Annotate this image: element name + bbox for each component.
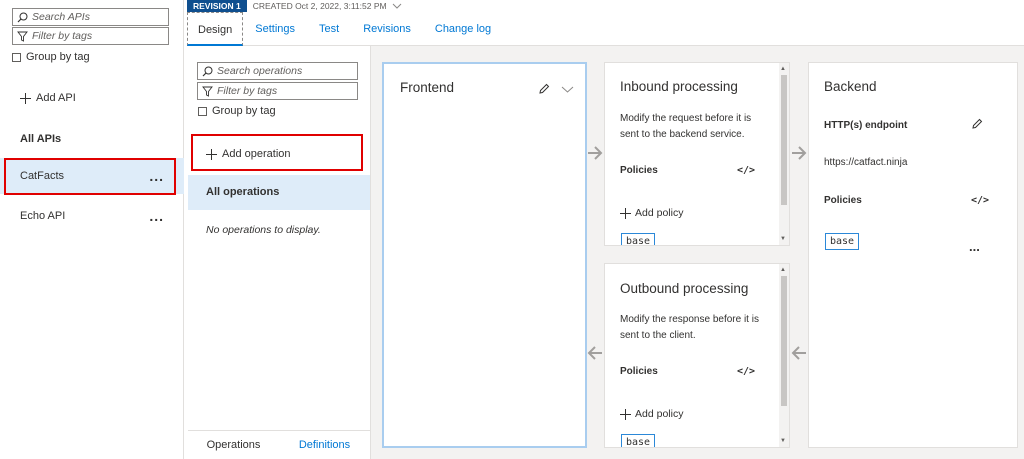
more-options-icon[interactable]: ... (149, 209, 164, 223)
add-policy-label: Add policy (635, 207, 684, 219)
filter-icon (202, 86, 213, 97)
outbound-scrollbar[interactable]: ▲ ▼ (779, 264, 789, 447)
inbound-scrollbar[interactable]: ▲ ▼ (779, 63, 789, 245)
inbound-policies-label: Policies (620, 165, 658, 176)
add-api-button[interactable]: Add API (20, 92, 76, 104)
outbound-description: Modify the response before it is sent to… (620, 314, 759, 341)
inbound-add-policy-button[interactable]: Add policy (620, 207, 683, 219)
filter-icon (17, 31, 28, 42)
inbound-description: Modify the request before it is sent to … (620, 113, 752, 140)
code-editor-icon[interactable]: </> (971, 195, 989, 206)
more-options-icon[interactable]: ... (737, 438, 747, 447)
backend-endpoint-url: https://catfact.ninja (824, 157, 908, 168)
ops-group-by-tag-checkbox[interactable] (198, 106, 207, 116)
backend-card[interactable]: Backend HTTP(s) endpoint https://catfact… (808, 62, 1018, 448)
tab-operations[interactable]: Operations (188, 439, 279, 451)
arrow-left-icon (587, 346, 603, 360)
outbound-processing-card[interactable]: Outbound processing Modify the response … (604, 263, 790, 448)
outbound-policies-label: Policies (620, 366, 658, 377)
inbound-processing-card[interactable]: Inbound processing Modify the request be… (604, 62, 790, 246)
highlight-box-catfacts (4, 158, 176, 195)
highlight-box-add-operation (191, 134, 363, 171)
revision-bar: REVISION 1 CREATED Oct 2, 2022, 3:11:52 … (187, 0, 1024, 12)
filter-tags-box[interactable] (12, 27, 169, 45)
backend-policies-label: Policies (824, 195, 862, 206)
api-tabs: Design Settings Test Revisions Change lo… (187, 11, 1024, 46)
group-by-tag-label: Group by tag (26, 51, 90, 63)
more-options-icon[interactable]: ... (737, 237, 747, 245)
outbound-title: Outbound processing (620, 281, 749, 296)
all-operations-item[interactable]: All operations (188, 175, 370, 210)
arrow-left-icon (791, 346, 807, 360)
backend-title: Backend (824, 79, 877, 94)
tab-revisions[interactable]: Revisions (351, 12, 423, 46)
http-endpoint-label: HTTP(s) endpoint (824, 120, 908, 131)
scroll-down-icon[interactable]: ▼ (780, 235, 786, 243)
inbound-base-policy-tag[interactable]: base (621, 233, 656, 245)
more-options-icon[interactable]: ... (969, 239, 980, 254)
search-icon (17, 12, 28, 23)
tab-settings[interactable]: Settings (243, 12, 307, 46)
search-apis-input[interactable] (32, 11, 168, 23)
search-operations-box[interactable] (197, 62, 358, 80)
ops-group-by-tag-toggle[interactable]: Group by tag (198, 105, 276, 117)
inbound-title: Inbound processing (620, 79, 738, 94)
search-icon (202, 66, 213, 77)
scroll-up-icon[interactable]: ▲ (780, 65, 786, 73)
api-item-label: Echo API (20, 210, 66, 222)
chevron-down-icon[interactable] (561, 86, 574, 93)
scroll-up-icon[interactable]: ▲ (780, 266, 786, 274)
group-by-tag-toggle[interactable]: Group by tag (12, 51, 90, 63)
scroll-thumb[interactable] (781, 276, 787, 406)
operations-pane: Group by tag Add operation (188, 46, 371, 459)
code-editor-icon[interactable]: </> (737, 165, 755, 176)
pencil-icon[interactable] (971, 118, 983, 130)
api-list-pane: Group by tag Add API All APIs CatFacts .… (0, 0, 184, 459)
all-apis-heading: All APIs (20, 133, 62, 145)
scroll-thumb[interactable] (781, 75, 787, 205)
api-item-echo-api[interactable]: Echo API ... (0, 198, 184, 234)
arrow-right-icon (791, 146, 807, 160)
plus-icon (620, 207, 631, 219)
outbound-add-policy-button[interactable]: Add policy (620, 408, 683, 420)
chevron-down-icon[interactable] (392, 3, 402, 9)
ops-group-by-tag-label: Group by tag (212, 105, 276, 117)
tab-test[interactable]: Test (307, 12, 351, 46)
filter-operations-tags-box[interactable] (197, 82, 358, 100)
search-apis-box[interactable] (12, 8, 169, 26)
add-policy-label: Add policy (635, 408, 684, 420)
frontend-card[interactable]: Frontend (382, 62, 587, 448)
tab-change-log[interactable]: Change log (423, 12, 503, 46)
filter-operations-tags-input[interactable] (217, 85, 357, 97)
revision-created-text: CREATED Oct 2, 2022, 3:11:52 PM (252, 1, 387, 11)
plus-icon (20, 92, 31, 104)
backend-base-policy-tag[interactable]: base (825, 233, 860, 250)
tab-design[interactable]: Design (187, 11, 244, 46)
arrow-right-icon (587, 146, 603, 160)
pencil-icon[interactable] (538, 83, 550, 95)
group-by-tag-checkbox[interactable] (12, 52, 21, 62)
plus-icon (620, 408, 631, 420)
add-api-label: Add API (36, 92, 76, 104)
frontend-title: Frontend (400, 80, 455, 95)
tab-definitions[interactable]: Definitions (279, 439, 370, 451)
filter-tags-input[interactable] (32, 30, 168, 42)
scroll-down-icon[interactable]: ▼ (780, 437, 786, 445)
no-operations-text: No operations to display. (206, 224, 321, 236)
revision-badge[interactable]: REVISION 1 (187, 0, 247, 12)
search-operations-input[interactable] (217, 65, 357, 77)
outbound-base-policy-tag[interactable]: base (621, 434, 656, 447)
code-editor-icon[interactable]: </> (737, 366, 755, 377)
operations-bottom-tabs: Operations Definitions (188, 430, 370, 459)
